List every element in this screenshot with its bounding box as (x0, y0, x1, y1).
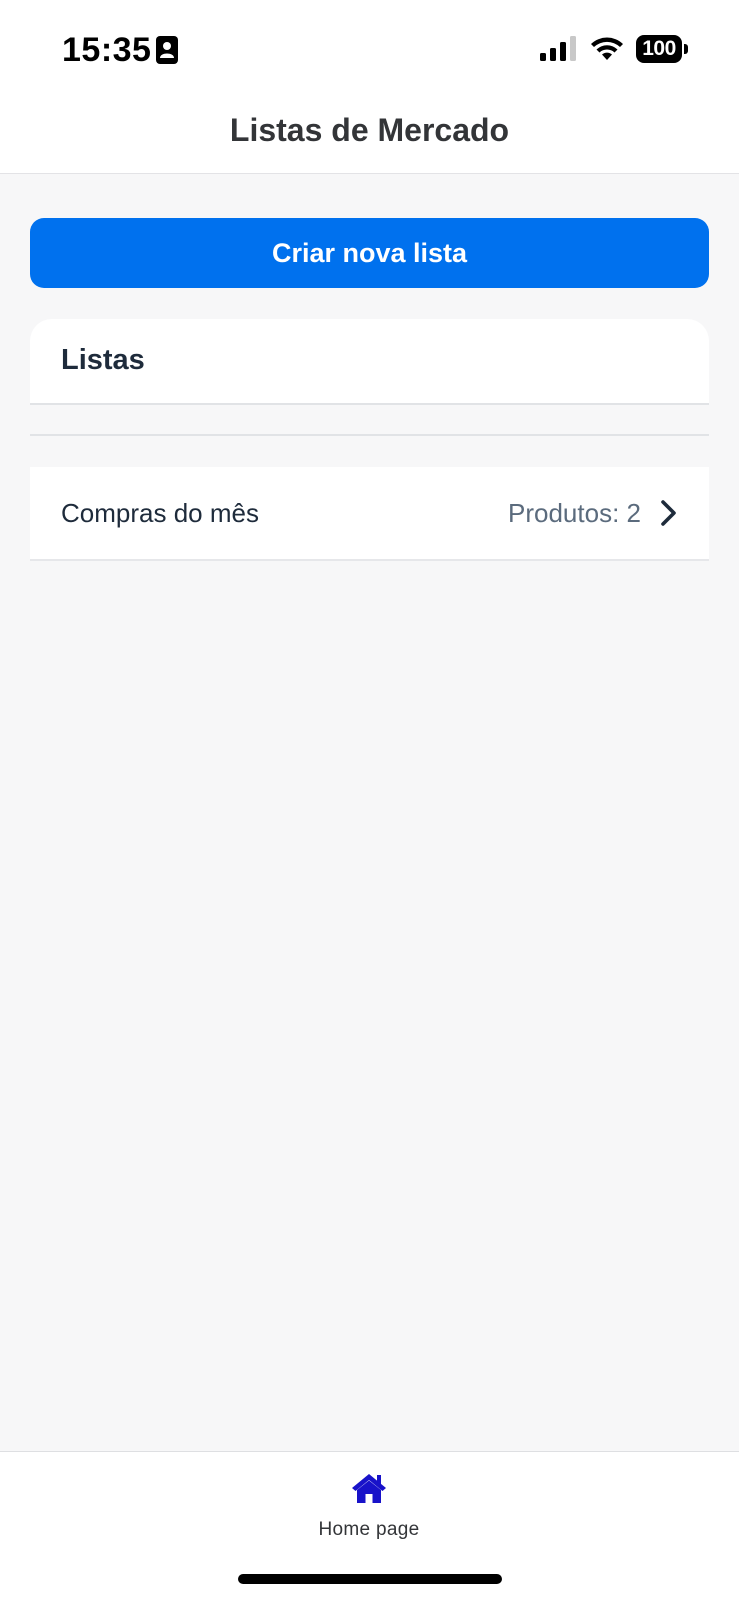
home-indicator[interactable] (238, 1574, 502, 1584)
tab-home-label: Home page (318, 1519, 420, 1540)
divider (30, 434, 709, 436)
lists-heading: Listas (61, 344, 145, 376)
app-header: Listas de Mercado (0, 92, 739, 174)
status-bar: 15:35 100 (0, 0, 739, 92)
battery-level: 100 (636, 35, 682, 63)
status-time: 15:35 (62, 31, 152, 69)
lists-card: Listas (30, 319, 709, 405)
battery-tip (684, 44, 688, 54)
page-title: Listas de Mercado (229, 112, 510, 148)
battery-icon: 100 (636, 35, 688, 63)
contact-card-icon (156, 36, 178, 64)
list-item-product-count: Produtos: 2 (508, 498, 641, 528)
wifi-icon (591, 37, 623, 60)
tab-home[interactable]: Home page (269, 1466, 469, 1556)
create-list-button[interactable]: Criar nova lista (30, 218, 709, 288)
chevron-right-icon (661, 500, 676, 526)
cellular-signal-icon (540, 36, 576, 61)
list-item[interactable]: Compras do mês Produtos: 2 (30, 467, 709, 561)
home-icon (352, 1474, 386, 1503)
list-item-name: Compras do mês (61, 498, 259, 528)
